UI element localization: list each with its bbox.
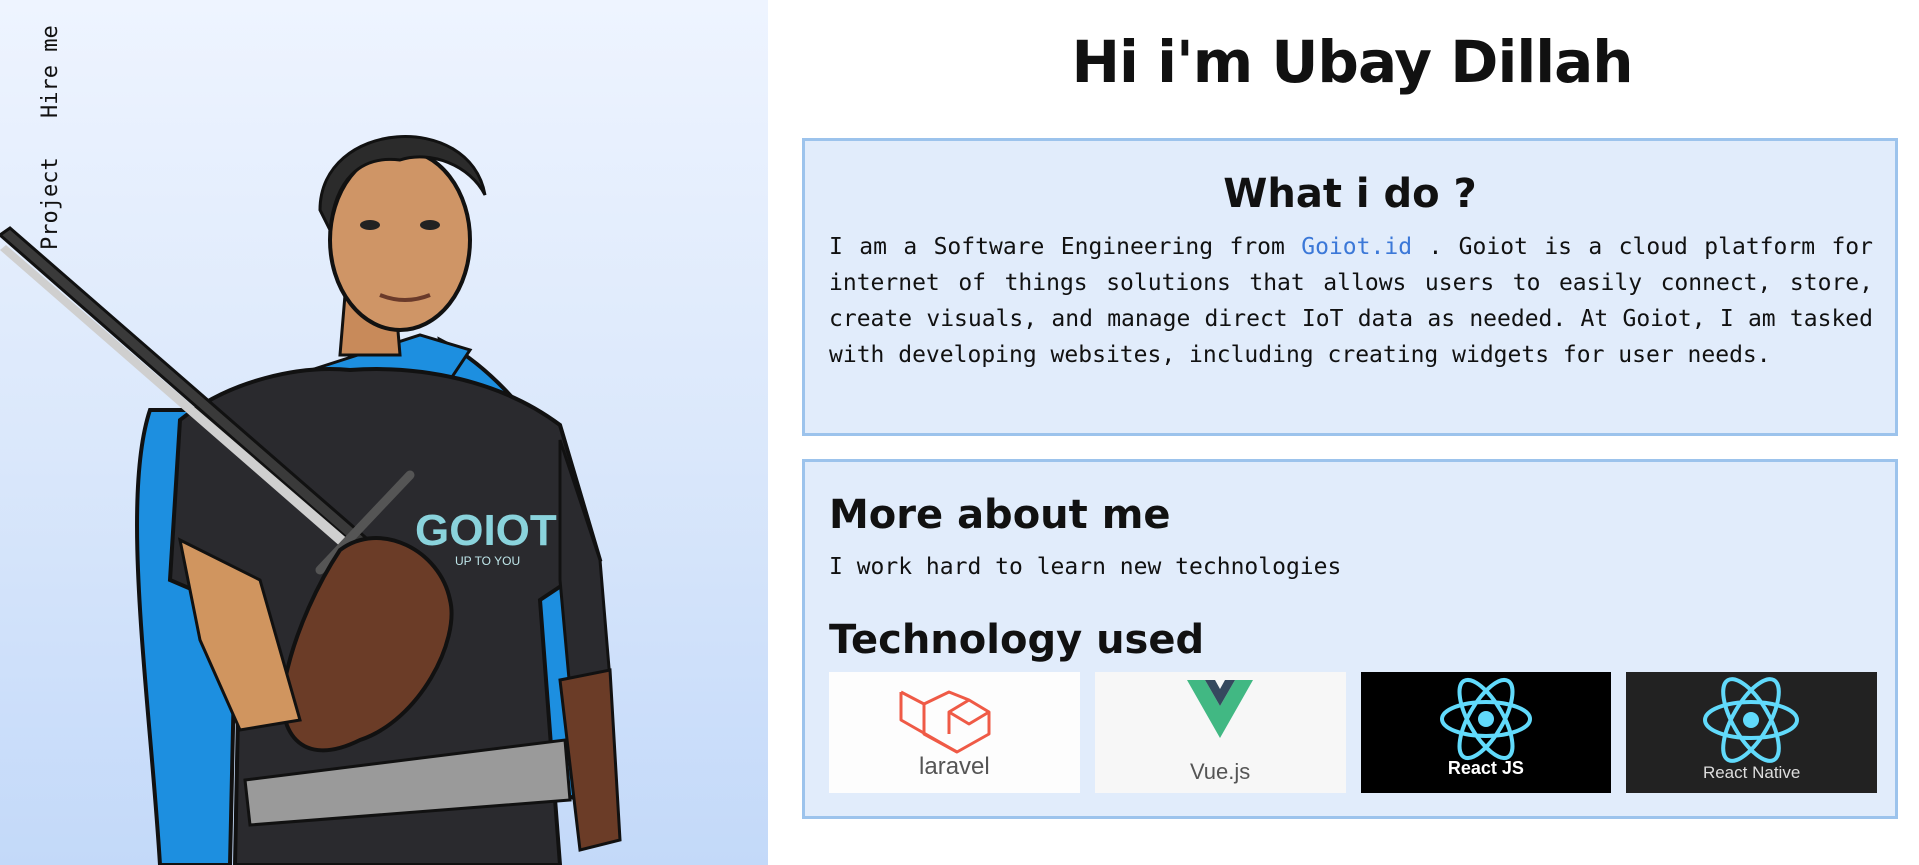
shirt-logo-text: GOIOT [415,506,557,555]
content-column: Hi i'm Ubay Dillah What i do ? I am a So… [802,0,1902,865]
tech-label-react-js: React JS [1447,758,1524,778]
more-about-me-card: More about me I work hard to learn new t… [802,459,1898,819]
tech-label-vue: Vue.js [1189,759,1251,784]
nav-hire-me-link[interactable]: Hire me [38,25,63,118]
tech-label-laravel: laravel [919,753,990,780]
tech-card-react-native[interactable]: React Native [1626,672,1877,793]
more-about-me-title: More about me [829,492,1171,538]
page-title: Hi i'm Ubay Dillah [1071,28,1633,96]
tech-card-laravel[interactable]: laravel [829,672,1080,793]
portrait-illustration: GOIOT UP TO YOU [0,135,622,865]
what-i-do-text: I am a Software Engineering from Goiot.i… [829,229,1873,373]
goiot-link[interactable]: Goiot.id [1301,234,1412,260]
tech-card-vue[interactable]: Vue.js [1094,672,1346,793]
what-i-do-card: What i do ? I am a Software Engineering … [802,138,1898,436]
shirt-tagline-text: UP TO YOU [455,554,520,568]
nav-project-link[interactable]: Project [38,157,63,250]
technology-used-title: Technology used [829,617,1205,663]
hero-image-panel: GOIOT UP TO YOU Hire me Project [0,0,768,865]
vertical-nav: Hire me Project [38,10,68,260]
technology-grid: laravel Vue.js React JS React Native [829,672,1877,793]
what-text-start: I am a Software Engineering from [829,234,1302,260]
tech-label-react-native: React Native [1702,763,1801,782]
tech-card-react-js[interactable]: React JS [1360,672,1612,793]
what-i-do-title: What i do ? [1223,171,1477,217]
more-about-me-text: I work hard to learn new technologies [829,554,1342,580]
